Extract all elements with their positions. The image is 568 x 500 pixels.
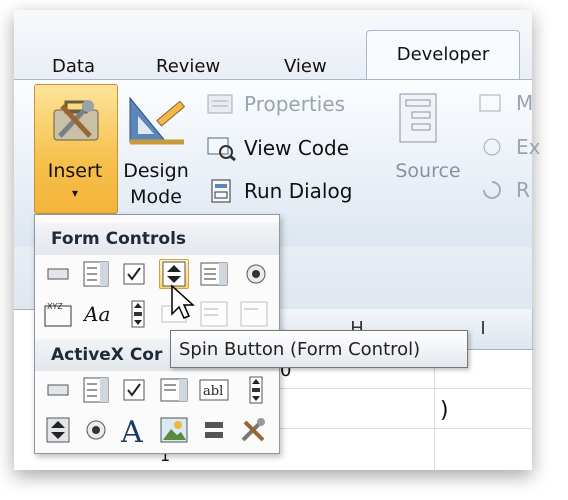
form-button-icon[interactable] [43, 259, 73, 289]
refresh-data-button[interactable]: R [478, 178, 530, 202]
insert-dropdown-arrow: ▾ [71, 186, 79, 200]
toolbox-icon [53, 100, 99, 141]
design-mode-label-1[interactable]: Design [116, 160, 196, 182]
partial-label-m: M [516, 91, 534, 115]
activex-combo-box-icon[interactable] [81, 375, 111, 405]
properties-icon [207, 94, 233, 114]
design-mode-icon [129, 96, 186, 145]
mouse-pointer-icon [171, 284, 195, 319]
activex-command-button-icon[interactable] [43, 375, 73, 405]
activex-spin-button-icon[interactable] [43, 415, 73, 445]
form-list-box-icon[interactable] [199, 259, 229, 289]
source-icon [399, 93, 437, 143]
expansion-packs-button[interactable]: Ex [478, 135, 540, 159]
tab-review[interactable]: Review [156, 56, 220, 77]
activex-check-box-icon[interactable] [119, 375, 149, 405]
form-controls-heading: Form Controls [35, 223, 279, 255]
svg-text:abl: abl [203, 384, 223, 399]
tab-view[interactable]: View [284, 56, 327, 77]
tab-developer[interactable]: Developer [366, 30, 520, 81]
tooltip: Spin Button (Form Control) [170, 330, 468, 368]
cell-i-value[interactable]: ) [440, 398, 449, 423]
form-combo-list-edit-icon[interactable] [199, 299, 229, 329]
tab-data[interactable]: Data [52, 56, 95, 77]
form-scroll-bar-icon[interactable] [123, 299, 153, 329]
run-dialog-button[interactable]: Run Dialog [206, 178, 352, 204]
source-label[interactable]: Source [388, 160, 468, 182]
svg-text:A: A [120, 415, 143, 445]
activex-option-button-icon[interactable] [81, 415, 111, 445]
activex-list-box-icon[interactable] [159, 375, 189, 405]
activex-toggle-button-icon[interactable] [199, 415, 229, 445]
expansion-icon [483, 138, 501, 156]
properties-label: Properties [244, 92, 346, 116]
activex-scroll-bar-icon[interactable] [241, 375, 271, 405]
activex-label-icon[interactable]: A [119, 415, 149, 445]
form-group-box-icon[interactable]: XYZ [43, 299, 73, 329]
insert-label: Insert [47, 160, 103, 182]
refresh-icon [483, 181, 501, 199]
partial-label-ex: Ex [516, 135, 541, 159]
view-code-button[interactable]: View Code [206, 135, 349, 161]
svg-text:Aa: Aa [83, 302, 110, 326]
form-combo-box-icon[interactable] [81, 259, 111, 289]
view-code-icon [207, 137, 236, 161]
properties-button[interactable]: Properties [206, 91, 345, 117]
run-dialog-icon [211, 179, 231, 203]
activex-more-controls-icon[interactable] [239, 415, 269, 445]
run-dialog-label: Run Dialog [244, 179, 353, 203]
view-code-label: View Code [244, 136, 350, 160]
map-properties-icon [479, 94, 501, 112]
svg-text:XYZ: XYZ [47, 302, 63, 311]
form-combo-dropdown-edit-icon[interactable] [239, 299, 269, 329]
map-properties-button[interactable]: M [478, 91, 533, 115]
partial-label-r: R [516, 178, 530, 202]
row-divider [280, 428, 532, 429]
design-mode-label-2[interactable]: Mode [116, 186, 196, 208]
activex-text-box-icon[interactable]: abl [199, 375, 229, 405]
form-option-button-icon[interactable] [241, 259, 271, 289]
form-label-icon[interactable]: Aa [83, 299, 113, 329]
row-divider [280, 388, 532, 389]
activex-image-icon[interactable] [159, 415, 189, 445]
form-check-box-icon[interactable] [119, 259, 149, 289]
